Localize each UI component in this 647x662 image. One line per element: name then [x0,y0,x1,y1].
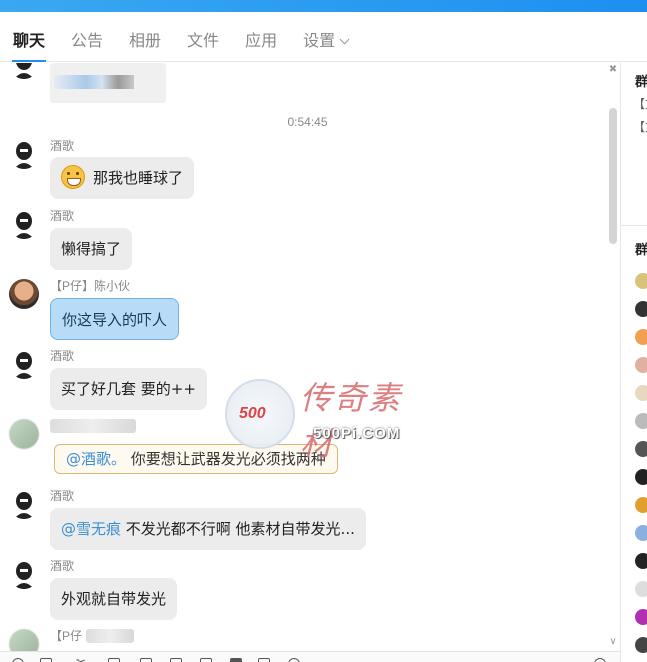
chevron-down-icon [339,34,350,44]
message-bubble[interactable]: 懒得搞了 [50,228,133,270]
input-toolbar: ✂ [0,651,620,662]
scrollbar-thumb[interactable] [609,108,617,244]
member-avatar[interactable] [635,609,647,625]
announcement-line[interactable]: 【文 [633,95,647,112]
watermark-logo: 500 [239,405,266,422]
message-text: 你这导入的吓人 [62,311,168,329]
message-bubble[interactable]: 买了好几套 要的++ [50,368,207,410]
timestamp: 0:54:45 [287,115,328,129]
sender-name: 酒歌 [50,489,75,503]
avatar[interactable] [9,559,39,589]
emoji-icon[interactable] [12,658,24,662]
message-bubble[interactable]: @雪无痕 不发光都不行啊 他素材自带发光... [50,508,366,550]
member-avatar[interactable] [635,525,647,541]
group-info-title: 群 [635,75,647,90]
mention-link[interactable]: @雪无痕 [61,520,121,538]
message-bubble[interactable]: 那我也睡球了 [50,157,195,199]
screenshot-icon[interactable] [258,658,270,662]
blurred-sender [50,419,136,433]
avatar[interactable] [9,349,39,379]
sender-name: 酒歌 [50,139,75,153]
message-text: 外观就自带发光 [61,590,167,608]
tab-album[interactable]: 相册 [116,20,174,62]
avatar[interactable] [9,629,39,651]
watermark-url: 500Pi.COM [313,425,401,442]
group-members-title: 群 [635,243,647,258]
chat-area[interactable]: 0:54:45 酒歌 那我也睡球了 酒歌 懒得搞了 【P仔】陈小伙 你这导入的吓… [0,63,620,651]
member-avatar[interactable] [635,469,647,485]
more-icon[interactable] [288,658,300,662]
avatar[interactable] [9,139,39,169]
message-bubble[interactable]: 你这导入的吓人 [50,298,180,340]
shake-icon[interactable] [200,658,212,662]
tab-apps[interactable]: 应用 [232,20,290,62]
grinning-face-icon [61,164,85,189]
tab-files[interactable]: 文件 [174,20,232,62]
sender-name: 酒歌 [50,209,75,223]
member-avatar[interactable] [635,329,647,345]
member-avatar[interactable] [635,301,647,317]
message-bubble[interactable]: 外观就自带发光 [50,578,178,620]
member-avatar[interactable] [635,637,647,653]
blurred-sender [86,629,134,643]
avatar[interactable] [9,63,39,79]
tab-settings[interactable]: 设置 [290,20,361,62]
tab-announcement[interactable]: 公告 [58,20,116,62]
message-text: 你要想让武器发光必须找两种 [126,450,326,468]
image-icon[interactable] [140,658,152,662]
announcement-line[interactable]: 【文 [633,118,647,135]
member-avatar[interactable] [635,413,647,429]
member-avatar[interactable] [635,357,647,373]
folder-icon[interactable] [108,658,120,662]
message-bubble[interactable]: @酒歌。 你要想让武器发光必须找两种 [54,444,338,474]
message-text: 买了好几套 要的++ [61,380,196,398]
member-avatar[interactable] [635,497,647,513]
avatar[interactable] [9,209,39,239]
avatar[interactable] [9,419,39,449]
avatar[interactable] [9,489,39,519]
right-panel: 群 【文 【文 群 [620,63,647,662]
avatar[interactable] [9,279,39,309]
scrollbar[interactable]: ✖ ∨ [606,63,620,651]
tab-chat[interactable]: 聊天 [0,20,58,62]
member-avatar[interactable] [635,273,647,289]
history-icon[interactable] [594,658,606,662]
blurred-message [50,63,166,103]
message-text: 那我也睡球了 [93,169,184,187]
mention-link[interactable]: @酒歌。 [66,450,126,468]
member-avatar[interactable] [635,553,647,569]
message-text: 不发光都不行啊 他素材自带发光... [121,520,355,538]
sender-name: 酒歌 [50,559,75,573]
title-bar [0,0,647,12]
sender-name: 【P仔】陈小伙 [50,279,131,293]
watermark-logo-circle [225,379,295,449]
tab-settings-label: 设置 [303,30,336,50]
message-text: 懒得搞了 [61,240,122,258]
tab-bar: 聊天 公告 相册 文件 应用 设置 [0,20,647,62]
member-avatar[interactable] [635,441,647,457]
gift-icon[interactable] [170,658,182,662]
divider [621,225,647,226]
member-avatar[interactable] [635,385,647,401]
scroll-up-icon[interactable]: ✖ [608,65,618,75]
sender-name: 【P仔 [50,629,83,643]
font-icon[interactable] [40,658,52,662]
scroll-down-icon[interactable]: ∨ [608,637,618,647]
member-avatar[interactable] [635,581,647,597]
sender-name: 酒歌 [50,349,75,363]
voice-icon[interactable] [230,658,242,662]
scissors-icon[interactable]: ✂ [76,656,88,662]
